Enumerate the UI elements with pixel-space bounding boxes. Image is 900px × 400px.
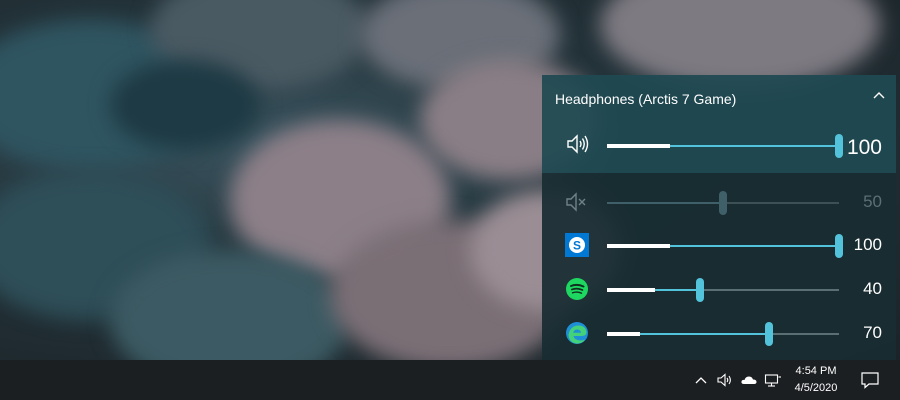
app-peak-meter (607, 288, 655, 292)
app-volume-value: 100 (853, 235, 882, 254)
clock-time: 4:54 PM (795, 365, 837, 377)
clock[interactable]: 4:54 PM 4/5/2020 (790, 363, 842, 397)
app-volume-slider[interactable] (607, 191, 839, 215)
app-volume-slider[interactable] (607, 234, 843, 258)
spotify-icon[interactable] (564, 276, 590, 302)
action-center-icon[interactable] (860, 371, 880, 389)
taskbar: 4:54 PM 4/5/2020 (0, 360, 900, 400)
app-volume-slider[interactable] (607, 278, 839, 302)
speaker-muted-icon[interactable] (564, 189, 590, 215)
master-peak-meter (607, 144, 670, 148)
speaker-icon[interactable] (564, 131, 590, 157)
app-volume-section: 50 S 100 40 70 (542, 173, 896, 360)
device-section: Headphones (Arctis 7 Game) 100 (542, 75, 896, 173)
app-volume-value: 40 (863, 279, 882, 298)
onedrive-icon[interactable] (740, 372, 758, 388)
app-volume-thumb[interactable] (765, 322, 773, 346)
app-volume-thumb[interactable] (719, 191, 727, 215)
app-peak-meter (607, 332, 640, 336)
master-volume-value: 100 (846, 136, 882, 159)
app-volume-value: 50 (863, 192, 882, 211)
app-volume-value: 70 (863, 323, 882, 342)
skype-icon[interactable]: S (564, 232, 590, 258)
device-name: Headphones (Arctis 7 Game) (555, 91, 737, 107)
svg-text:S: S (573, 239, 581, 253)
master-volume-thumb[interactable] (835, 134, 843, 158)
chevron-up-icon[interactable] (870, 87, 888, 105)
volume-flyout: Headphones (Arctis 7 Game) 100 50 S 100 … (542, 75, 896, 360)
app-peak-meter (607, 244, 670, 248)
edge-icon[interactable] (564, 320, 590, 346)
clock-date: 4/5/2020 (794, 382, 838, 394)
speaker-icon[interactable] (716, 372, 734, 388)
chevron-up-icon[interactable] (692, 372, 710, 388)
app-volume-slider[interactable] (607, 322, 839, 346)
app-volume-thumb[interactable] (835, 234, 843, 258)
network-icon[interactable] (764, 372, 782, 388)
master-volume-slider[interactable] (607, 134, 843, 158)
app-volume-fill (607, 202, 723, 204)
app-volume-thumb[interactable] (696, 278, 704, 302)
